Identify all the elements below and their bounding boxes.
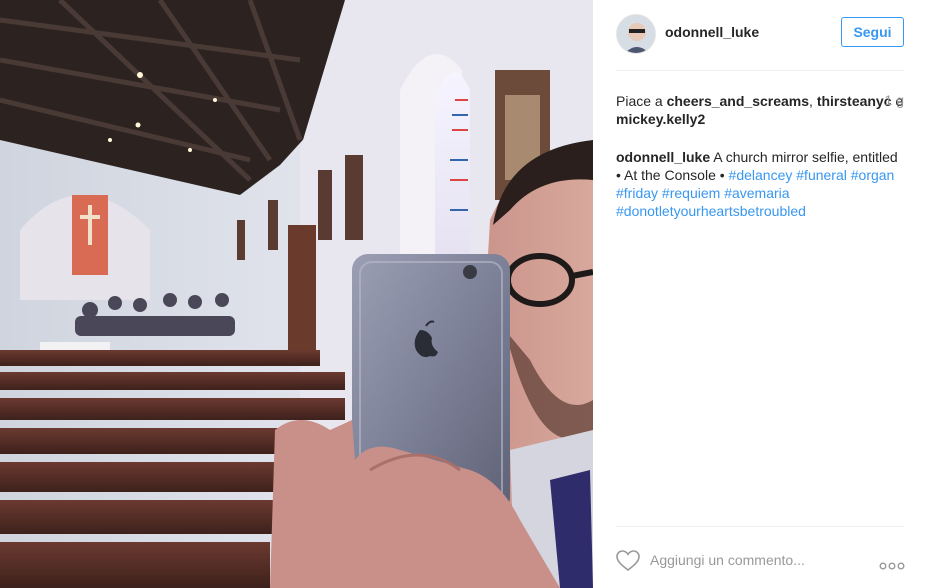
post-panel: odonnell_luke Segui Piace a cheers_and_s… [593, 0, 925, 588]
hashtag-link[interactable]: #funeral [796, 167, 847, 183]
liker-link[interactable]: mickey.kelly2 [616, 111, 705, 127]
post-caption: odonnell_luke A church mirror selfie, en… [616, 148, 906, 220]
likes-summary: Piace a cheers_and_screams, thirsteanyc … [616, 93, 904, 127]
liker-link[interactable]: cheers_and_screams [667, 93, 809, 109]
comment-input[interactable] [650, 550, 860, 570]
post-photo[interactable] [0, 0, 593, 588]
divider [616, 526, 904, 527]
avatar[interactable] [616, 14, 656, 54]
username-link[interactable]: odonnell_luke [665, 24, 759, 40]
caption-username-link[interactable]: odonnell_luke [616, 149, 710, 165]
hashtag-link[interactable]: #avemaria [724, 185, 789, 201]
post-timestamp[interactable]: 1 g [885, 92, 904, 108]
liker-link[interactable]: thirsteanyc [817, 93, 892, 109]
heart-outline-icon[interactable] [616, 550, 640, 572]
follow-button[interactable]: Segui [841, 17, 904, 47]
hashtag-link[interactable]: #delancey [729, 167, 793, 183]
hashtag-link[interactable]: #organ [851, 167, 895, 183]
post-header: odonnell_luke Segui [616, 0, 904, 71]
hashtag-link[interactable]: #donotletyourheartsbetroubled [616, 203, 806, 219]
hashtag-link[interactable]: #friday [616, 185, 658, 201]
more-options-icon[interactable] [879, 557, 905, 570]
hashtag-link[interactable]: #requiem [662, 185, 720, 201]
